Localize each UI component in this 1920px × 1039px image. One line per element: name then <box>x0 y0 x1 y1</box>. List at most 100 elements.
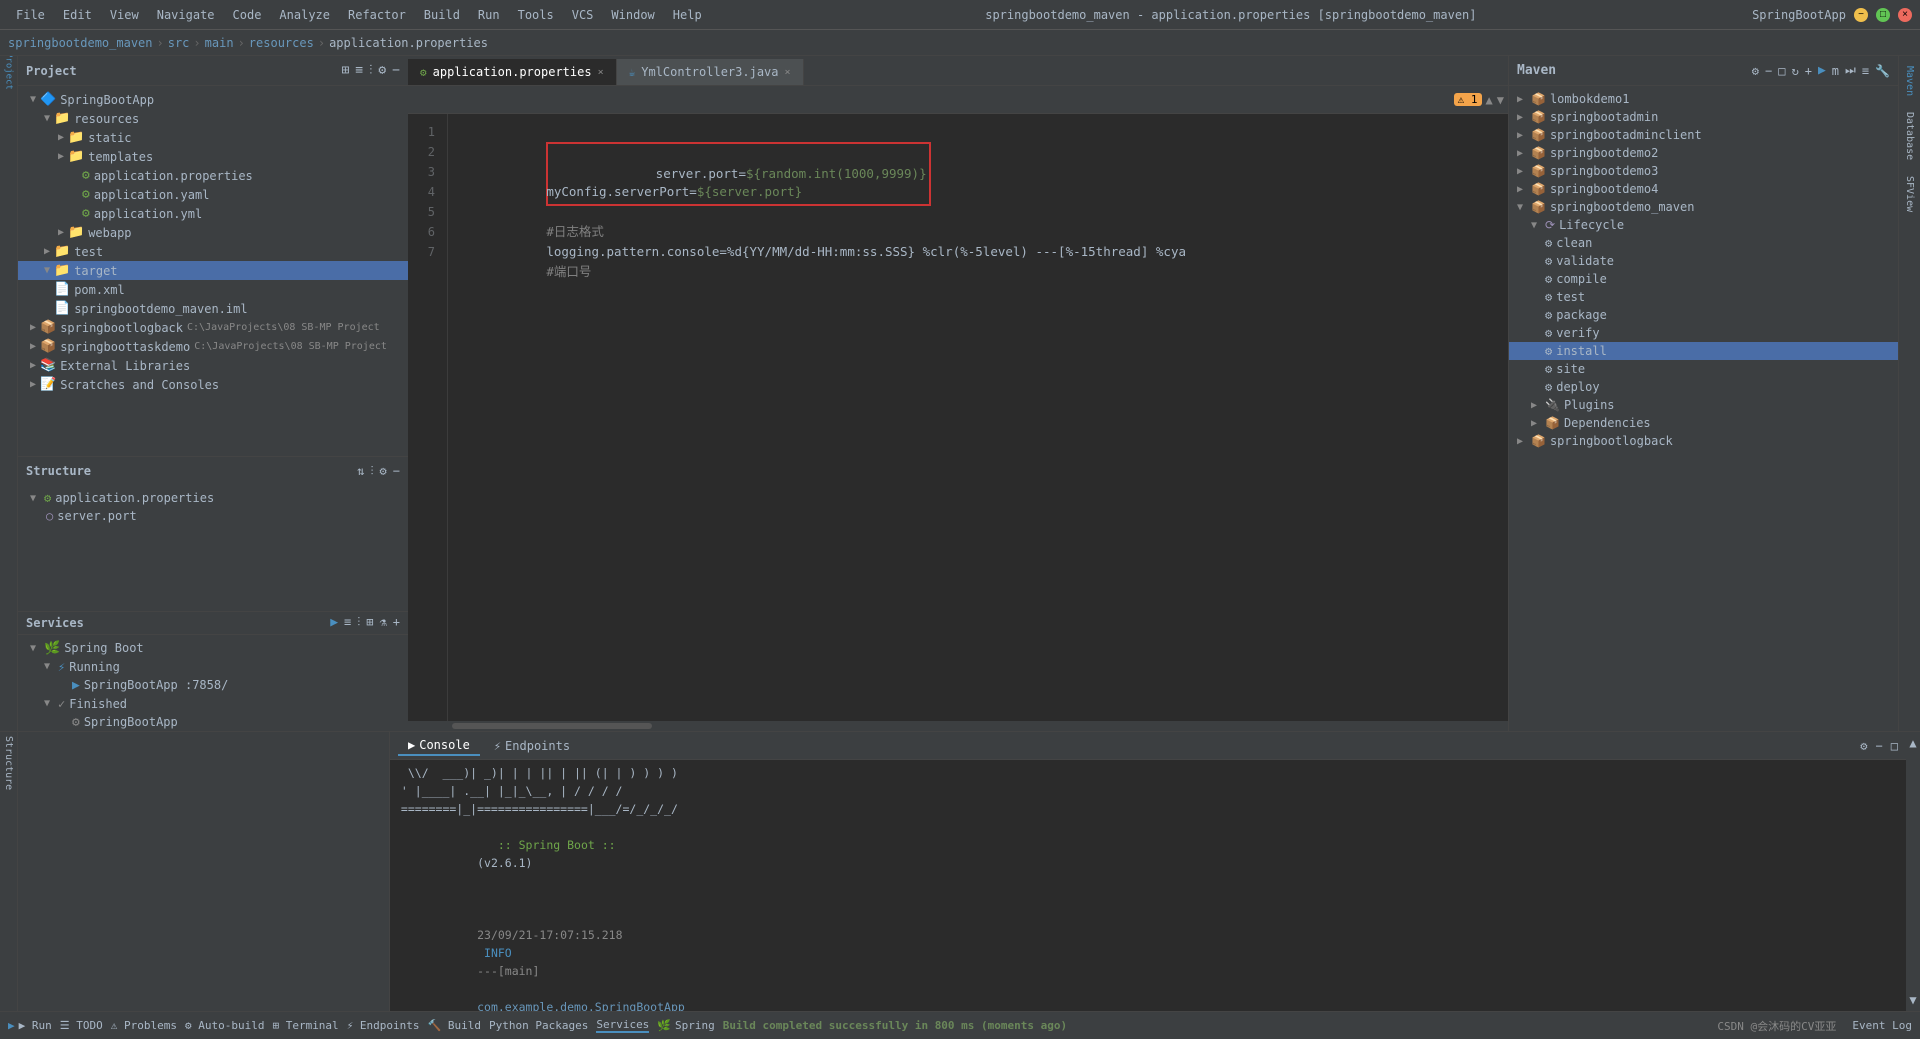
project-icon-close[interactable]: − <box>392 63 400 78</box>
maven-item-demo3[interactable]: ▶ 📦 springbootdemo3 <box>1509 162 1898 180</box>
tab-java-close[interactable]: × <box>785 67 791 78</box>
maven-item-verify[interactable]: ⚙ verify <box>1509 324 1898 342</box>
project-icon-expand[interactable]: ≡ <box>355 63 363 78</box>
services-collapse-icon[interactable]: ⫶ <box>357 615 360 630</box>
endpoints-status-btn[interactable]: ⚡ Endpoints <box>347 1019 420 1032</box>
maven-item-demo2[interactable]: ▶ 📦 springbootdemo2 <box>1509 144 1898 162</box>
console-scrollbar[interactable]: ▲ ▼ <box>1906 732 1920 1011</box>
code-line-6[interactable]: logging.pattern.console=%d{YY/MM/dd-HH:m… <box>456 222 1508 242</box>
terminal-btn[interactable]: ⊞ Terminal <box>272 1019 338 1032</box>
toolbar-arrow-up[interactable]: ▲ <box>1486 93 1493 107</box>
tab-props-close[interactable]: × <box>598 67 604 78</box>
build-btn[interactable]: 🔨 Build <box>428 1019 481 1032</box>
console-tab[interactable]: ▶ Console <box>398 736 480 756</box>
menu-code[interactable]: Code <box>225 6 270 24</box>
tree-item-test[interactable]: ▶ 📁 test <box>18 242 408 261</box>
python-pkg-btn[interactable]: Python Packages <box>489 1019 588 1032</box>
tree-item-app-yaml[interactable]: ▶ ⚙ application.yaml <box>18 185 408 204</box>
close-button[interactable]: × <box>1898 8 1912 22</box>
menu-window[interactable]: Window <box>603 6 662 24</box>
project-icon-collapse[interactable]: ⫶ <box>369 63 372 78</box>
menu-analyze[interactable]: Analyze <box>271 6 338 24</box>
maven-minimize-icon[interactable]: − <box>1765 64 1772 78</box>
code-line-1[interactable]: server.port=${random.int(1000,9999)} <box>456 122 1508 142</box>
services-item-finished[interactable]: ▼ ✓ Finished <box>18 695 408 713</box>
event-log-btn[interactable]: Event Log <box>1852 1019 1912 1032</box>
console-minimize-icon[interactable]: − <box>1876 739 1883 753</box>
endpoints-tab[interactable]: ⚡ Endpoints <box>484 737 580 755</box>
tree-item-static[interactable]: ▶ 📁 static <box>18 128 408 147</box>
vtab-database[interactable]: Database <box>1902 106 1917 166</box>
maven-options-icon[interactable]: ≡ <box>1862 64 1869 78</box>
tree-item-root[interactable]: ▼ 🔷 SpringBootApp <box>18 90 408 109</box>
maven-item-deploy[interactable]: ⚙ deploy <box>1509 378 1898 396</box>
tree-item-app-props[interactable]: ▶ ⚙ application.properties <box>18 166 408 185</box>
tab-app-properties[interactable]: ⚙ application.properties × <box>408 59 617 85</box>
menu-tools[interactable]: Tools <box>510 6 562 24</box>
todo-btn[interactable]: ☰ TODO <box>60 1019 103 1032</box>
vtab-maven[interactable]: Maven <box>1902 60 1917 102</box>
vtab-structure-bottom[interactable]: Structure <box>3 736 14 790</box>
menu-build[interactable]: Build <box>416 6 468 24</box>
tree-item-resources[interactable]: ▼ 📁 resources <box>18 109 408 128</box>
structure-sort-icon[interactable]: ⇅ <box>357 464 364 479</box>
tree-item-target[interactable]: ▼ 📁 target <box>18 261 408 280</box>
services-add-icon[interactable]: + <box>393 615 400 630</box>
h-scrollbar[interactable] <box>408 721 1508 731</box>
maven-skip-icon[interactable]: ⏭ <box>1845 63 1856 78</box>
maven-item-demo-maven[interactable]: ▼ 📦 springbootdemo_maven <box>1509 198 1898 216</box>
maven-item-compile[interactable]: ⚙ compile <box>1509 270 1898 288</box>
breadcrumb-src[interactable]: src <box>168 36 190 50</box>
services-filter-icon[interactable]: ⚗ <box>380 615 387 630</box>
editor-content-area[interactable]: server.port=${random.int(1000,9999)} myC… <box>448 114 1508 721</box>
project-icon-layout[interactable]: ⊞ <box>341 63 349 78</box>
structure-settings-icon[interactable]: ⚙ <box>380 464 387 479</box>
structure-collapse-icon[interactable]: ⫶ <box>371 464 374 479</box>
services-item-springbootapp-finished[interactable]: ▶ ⚙ SpringBootApp <box>18 713 408 731</box>
tree-item-app-yml[interactable]: ▶ ⚙ application.yml <box>18 204 408 223</box>
run-status-btn[interactable]: ▶ ▶ Run <box>8 1019 52 1032</box>
console-settings-icon[interactable]: ⚙ <box>1860 739 1867 753</box>
maven-item-install[interactable]: ⚙ install <box>1509 342 1898 360</box>
services-item-running[interactable]: ▼ ⚡ Running <box>18 658 408 676</box>
menu-navigate[interactable]: Navigate <box>149 6 223 24</box>
maven-item-adminclient[interactable]: ▶ 📦 springbootadminclient <box>1509 126 1898 144</box>
maven-item-logback[interactable]: ▶ 📦 springbootlogback <box>1509 432 1898 450</box>
tree-item-scratches[interactable]: ▶ 📝 Scratches and Consoles <box>18 375 408 394</box>
maven-item-validate[interactable]: ⚙ validate <box>1509 252 1898 270</box>
tree-item-iml[interactable]: ▶ 📄 springbootdemo_maven.iml <box>18 299 408 318</box>
vtab-project[interactable]: Project <box>0 60 20 82</box>
maven-expand-icon[interactable]: □ <box>1778 64 1785 78</box>
maven-item-lifecycle[interactable]: ▼ ⟳ Lifecycle <box>1509 216 1898 234</box>
scrollbar-thumb[interactable] <box>452 723 652 729</box>
maven-item-package[interactable]: ⚙ package <box>1509 306 1898 324</box>
breadcrumb-main[interactable]: main <box>205 36 234 50</box>
maven-item-plugins[interactable]: ▶ 🔌 Plugins <box>1509 396 1898 414</box>
maven-run-icon[interactable]: ▶ <box>1818 63 1826 78</box>
services-item-springbootapp-running[interactable]: ▶ ▶ SpringBootApp :7858/ <box>18 676 408 695</box>
tree-item-pom[interactable]: ▶ 📄 pom.xml <box>18 280 408 299</box>
menu-refactor[interactable]: Refactor <box>340 6 414 24</box>
maven-item-test[interactable]: ⚙ test <box>1509 288 1898 306</box>
maven-item-dependencies[interactable]: ▶ 📦 Dependencies <box>1509 414 1898 432</box>
tree-item-webapp[interactable]: ▶ 📁 webapp <box>18 223 408 242</box>
menu-run[interactable]: Run <box>470 6 508 24</box>
console-expand-icon[interactable]: □ <box>1891 739 1898 753</box>
scroll-down-icon[interactable]: ▼ <box>1909 993 1916 1007</box>
tree-item-ext-libs[interactable]: ▶ 📚 External Libraries <box>18 356 408 375</box>
maven-item-admin[interactable]: ▶ 📦 springbootadmin <box>1509 108 1898 126</box>
menu-vcs[interactable]: VCS <box>564 6 602 24</box>
tab-yml-controller[interactable]: ☕ YmlController3.java × <box>617 59 804 85</box>
services-item-springboot[interactable]: ▼ 🌿 Spring Boot <box>18 639 408 658</box>
minimize-button[interactable]: − <box>1854 8 1868 22</box>
menu-edit[interactable]: Edit <box>55 6 100 24</box>
problems-btn[interactable]: ⚠ Problems <box>111 1019 177 1032</box>
tree-item-logback[interactable]: ▶ 📦 springbootlogback C:\JavaProjects\08… <box>18 318 408 337</box>
maven-item-demo4[interactable]: ▶ 📦 springbootdemo4 <box>1509 180 1898 198</box>
services-expand-icon[interactable]: ≡ <box>344 615 351 630</box>
maven-add-icon[interactable]: + <box>1805 64 1812 78</box>
maven-item-site[interactable]: ⚙ site <box>1509 360 1898 378</box>
maven-item-clean[interactable]: ⚙ clean <box>1509 234 1898 252</box>
spring-btn[interactable]: 🌿 Spring <box>657 1019 714 1032</box>
project-icon-settings[interactable]: ⚙ <box>378 63 386 78</box>
